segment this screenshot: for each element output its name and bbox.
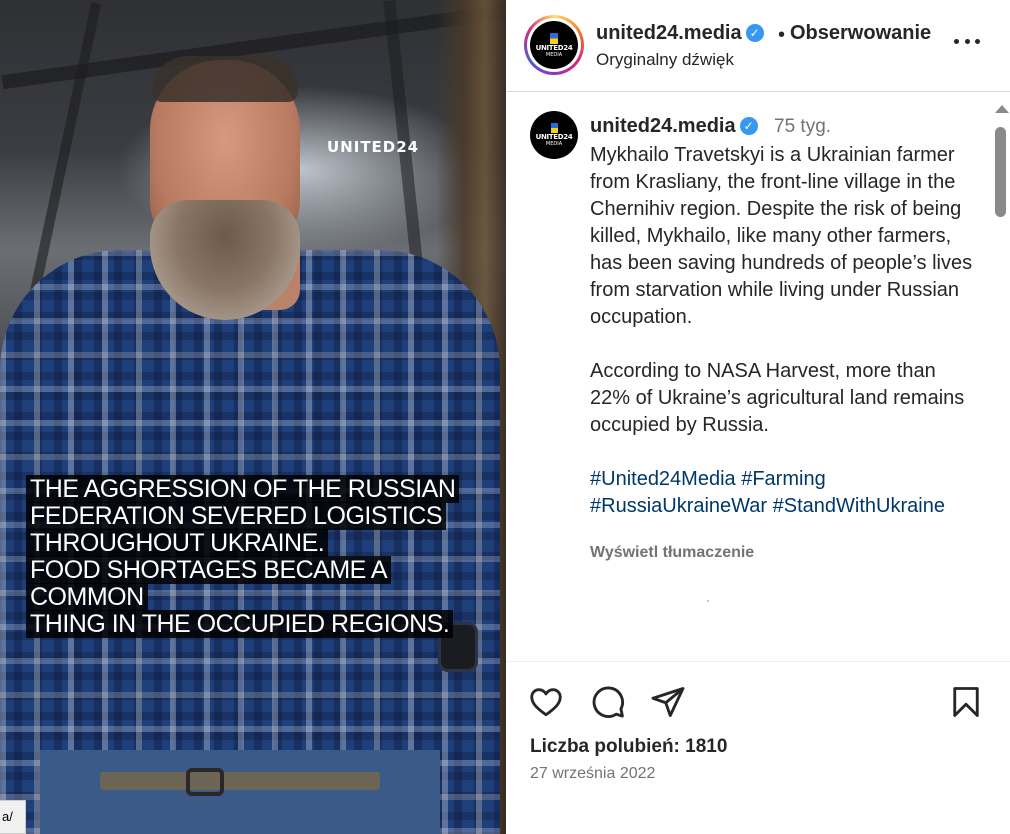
comments-scroll-area[interactable]: UNITED24 MEDIA united24.media ✓ 75 tyg. M… (506, 93, 1010, 660)
heart-icon (530, 688, 562, 717)
caption-line: FEDERATION SEVERED LOGISTICS (26, 502, 447, 530)
loading-dot (707, 600, 709, 602)
like-button[interactable] (528, 684, 564, 720)
more-icon-dot (964, 38, 970, 44)
hashtag-list: #United24Media #Farming #RussiaUkraineWa… (590, 466, 980, 520)
header-username[interactable]: united24.media ✓ (596, 22, 764, 45)
jeans (40, 750, 440, 834)
original-audio-link[interactable]: Oryginalny dźwięk (596, 50, 734, 70)
hashtag-link[interactable]: #RussiaUkraineWar (590, 495, 767, 517)
caption-author[interactable]: united24.media ✓ (590, 115, 758, 138)
ukraine-flag-icon (550, 123, 558, 133)
scroll-up-arrow-icon[interactable] (995, 105, 1009, 113)
share-button[interactable] (650, 684, 686, 720)
avatar-logo-text: UNITED24 (535, 43, 573, 52)
ukraine-flag-icon (550, 32, 558, 44)
comment-icon (592, 686, 624, 718)
hashtag-link[interactable]: #StandWithUkraine (773, 495, 945, 517)
farmer-figure (0, 0, 506, 834)
hashtag-link[interactable]: #United24Media (590, 468, 736, 490)
caption-line: THING IN THE OCCUPIED REGIONS. (26, 610, 454, 638)
post-side-panel: UNITED24 MEDIA united24.media ✓ • Obserwo… (506, 0, 1010, 834)
caption-paragraph: According to NASA Harvest, more than 22%… (590, 360, 965, 436)
save-button[interactable] (948, 684, 984, 720)
post-caption: Mykhailo Travetskyi is a Ukrainian farme… (590, 142, 980, 520)
video-caption-overlay: THE AGGRESSION OF THE RUSSIAN FEDERATION… (26, 475, 486, 638)
verified-icon: ✓ (739, 117, 758, 135)
belt (100, 772, 380, 790)
more-icon-dot (975, 38, 980, 44)
brand-watermark: UNITED24 (327, 138, 420, 156)
post-age[interactable]: 75 tyg. (774, 116, 831, 138)
scrollbar-thumb[interactable] (995, 127, 1006, 217)
share-icon (651, 687, 685, 717)
caption-line: THROUGHOUT UKRAINE. (26, 529, 329, 557)
scrollbar[interactable] (988, 93, 1010, 660)
following-button[interactable]: Obserwowanie (790, 22, 931, 45)
post-header: UNITED24 MEDIA united24.media ✓ • Obserwo… (506, 0, 1010, 92)
avatar: UNITED24 MEDIA (530, 21, 578, 69)
story-avatar-ring[interactable]: UNITED24 MEDIA (524, 15, 584, 75)
post-media-video[interactable]: UNITED24 THE AGGRESSION OF THE RUSSIAN F… (0, 0, 506, 834)
avatar-logo-text: UNITED24 (535, 133, 573, 141)
divider (506, 661, 1010, 662)
author-avatar[interactable]: UNITED24 MEDIA (530, 111, 578, 159)
separator-dot: • (778, 24, 786, 46)
comment-button[interactable] (590, 684, 626, 720)
belt-buckle (186, 768, 224, 796)
more-icon (954, 38, 959, 44)
author-name[interactable]: united24.media (590, 115, 736, 137)
caption-line: FOOD SHORTAGES BECAME A COMMON (26, 556, 392, 611)
more-options-button[interactable] (954, 28, 980, 54)
avatar-logo-subtext: MEDIA (545, 51, 563, 58)
username-text[interactable]: united24.media (596, 22, 742, 44)
avatar-logo-subtext: MEDIA (545, 141, 563, 147)
hashtag-link[interactable]: #Farming (741, 468, 825, 490)
caption-paragraph: Mykhailo Travetskyi is a Ukrainian farme… (590, 144, 973, 328)
caption-line: THE AGGRESSION OF THE RUSSIAN (26, 475, 460, 503)
status-url-chip: a/ (0, 800, 26, 834)
see-translation-link[interactable]: Wyświetl tłumaczenie (590, 544, 754, 562)
hair (152, 56, 298, 102)
likes-count[interactable]: Liczba polubień: 1810 (530, 736, 727, 758)
verified-icon: ✓ (745, 24, 764, 42)
bookmark-icon (953, 687, 979, 717)
post-date[interactable]: 27 września 2022 (530, 765, 655, 783)
